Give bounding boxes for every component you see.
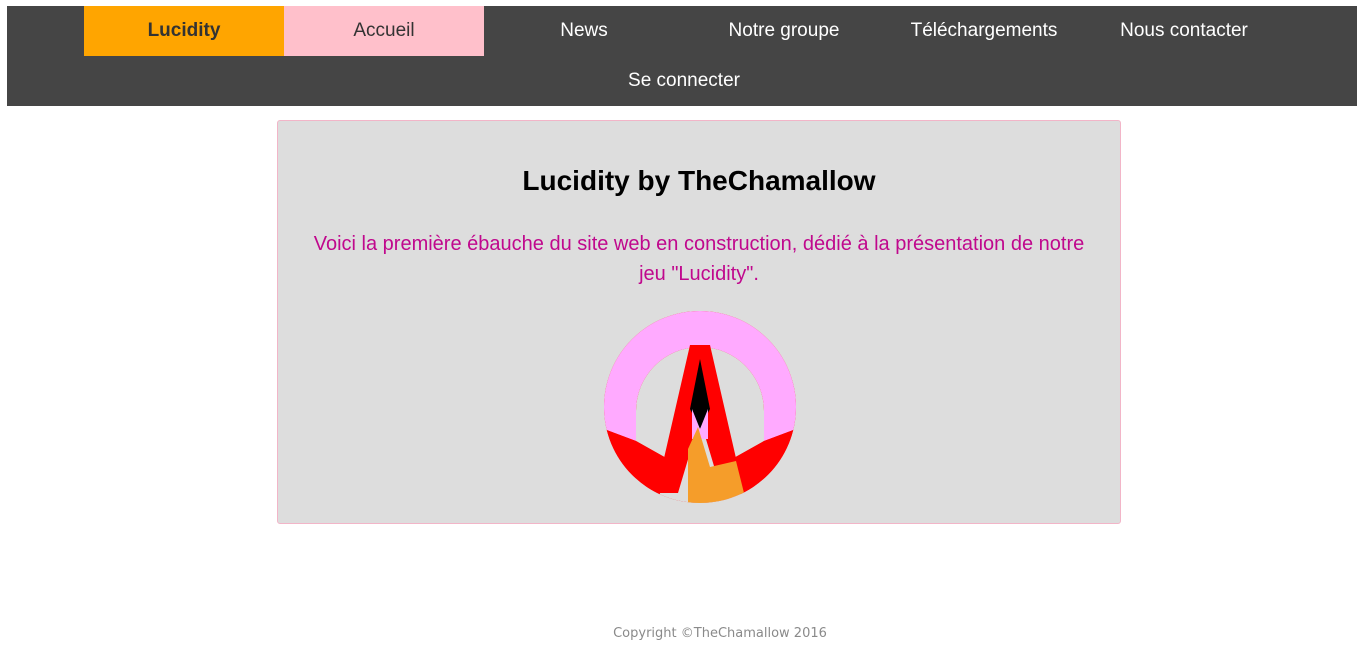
nav-item-se-connecter[interactable]: Se connecter <box>584 56 784 106</box>
nav-row-main: Lucidity Accueil News Notre groupe Téléc… <box>84 6 1284 56</box>
nav-item-notre-groupe[interactable]: Notre groupe <box>684 6 884 56</box>
nav-row-secondary: Se connecter <box>84 56 1284 106</box>
nav-brand-lucidity[interactable]: Lucidity <box>84 6 284 56</box>
nav-item-accueil[interactable]: Accueil <box>284 6 484 56</box>
page-title: Lucidity by TheChamallow <box>522 165 876 196</box>
intro-text: Voici la première ébauche du site web en… <box>313 233 1085 285</box>
intro-card: Lucidity by TheChamallow Voici la premiè… <box>277 120 1121 524</box>
nav-item-nous-contacter[interactable]: Nous contacter <box>1084 6 1284 56</box>
top-navbar: Lucidity Accueil News Notre groupe Téléc… <box>7 6 1357 106</box>
lucidity-logo-icon <box>604 311 796 503</box>
nav-item-telechargements[interactable]: Téléchargements <box>884 6 1084 56</box>
nav-item-news[interactable]: News <box>484 6 684 56</box>
footer-copyright: Copyright ©TheChamallow 2016 <box>613 626 827 641</box>
